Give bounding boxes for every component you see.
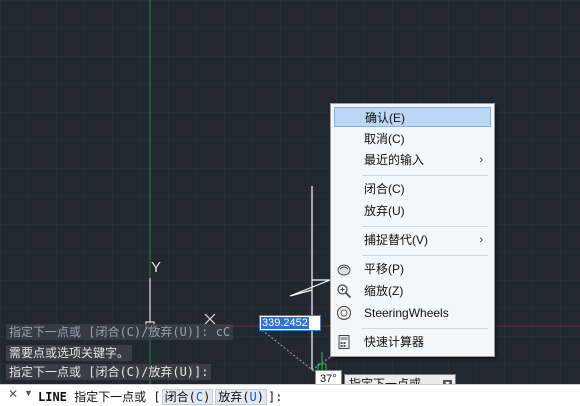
close-icon[interactable]: ✕ [8,387,18,401]
menu-item-label: 快速计算器 [364,335,425,349]
menu-item-pan[interactable]: 平移(P) [334,259,491,279]
option-undo[interactable]: 放弃(U) [215,389,267,405]
menu-item-quickcalc[interactable]: 快速计算器 [334,332,491,352]
menu-item-label: 取消(C) [364,132,405,146]
submenu-arrow-icon: › [479,234,483,246]
chevron-down-icon[interactable]: ▼ [24,388,33,398]
option-close[interactable]: 闭合(C) [161,389,214,405]
command-line-input[interactable]: LINE 指定下一点或 [闭合(C) 放弃(U)]: [38,388,282,405]
menu-item-label: SteeringWheels [364,306,449,320]
menu-item-steeringwheels[interactable]: SteeringWheels [334,303,491,323]
menu-separator [362,226,488,227]
command-prompt: 指定下一点或 [ [74,390,161,404]
history-line: 需要点或选项关键字。 [6,345,133,361]
menu-item-label: 闭合(C) [364,182,405,196]
menu-item-label: 放弃(U) [364,204,405,218]
menu-item-close[interactable]: 闭合(C) [334,179,491,199]
menu-item-label: 缩放(Z) [364,284,404,298]
option-key: U [249,390,257,404]
menu-item-label: 确认(E) [365,111,405,125]
menu-item-cancel[interactable]: 取消(C) [334,129,491,149]
option-end: ) [256,390,264,404]
menu-item-undo[interactable]: 放弃(U) [334,201,491,221]
option-key: C [195,390,204,404]
command-suffix: ]: [268,390,283,404]
menu-item-snap-override[interactable]: 捕捉替代(V) › [334,230,491,250]
command-name: LINE [38,390,67,404]
option-label: 闭合( [164,390,196,404]
length-input[interactable]: 339.2452 [259,315,321,331]
menu-item-recent-input[interactable]: 最近的输入 › [334,150,491,170]
menu-item-label: 平移(P) [364,262,404,276]
menu-separator [362,175,488,176]
zoom-icon [337,284,352,299]
steering-wheel-icon [336,305,352,321]
menu-separator [362,255,488,256]
history-line: 指定下一点或 [闭合(C)/放弃(U)]: [6,364,212,380]
pan-hand-icon [337,264,351,276]
option-label: 放弃( [218,390,250,404]
menu-item-confirm[interactable]: 确认(E) [334,107,491,127]
calculator-icon [338,335,350,349]
menu-separator [362,328,488,329]
menu-item-label: 最近的输入 [364,153,425,167]
menu-item-zoom[interactable]: 缩放(Z) [334,281,491,301]
submenu-arrow-icon: › [479,154,483,166]
ucs-y-label: Y [151,259,161,276]
context-menu[interactable]: 确认(E) 取消(C) 最近的输入 › 闭合(C) 放弃(U) 捕捉替代(V) … [330,103,495,357]
command-line-bar[interactable]: ✕ ▼ LINE 指定下一点或 [闭合(C) 放弃(U)]: [0,384,580,406]
history-line: 指定下一点或 [闭合(C)/放弃(U)]: cC [6,324,234,340]
length-value[interactable]: 339.2452 [261,317,309,329]
menu-item-label: 捕捉替代(V) [364,233,428,247]
option-end: ) [203,390,211,404]
